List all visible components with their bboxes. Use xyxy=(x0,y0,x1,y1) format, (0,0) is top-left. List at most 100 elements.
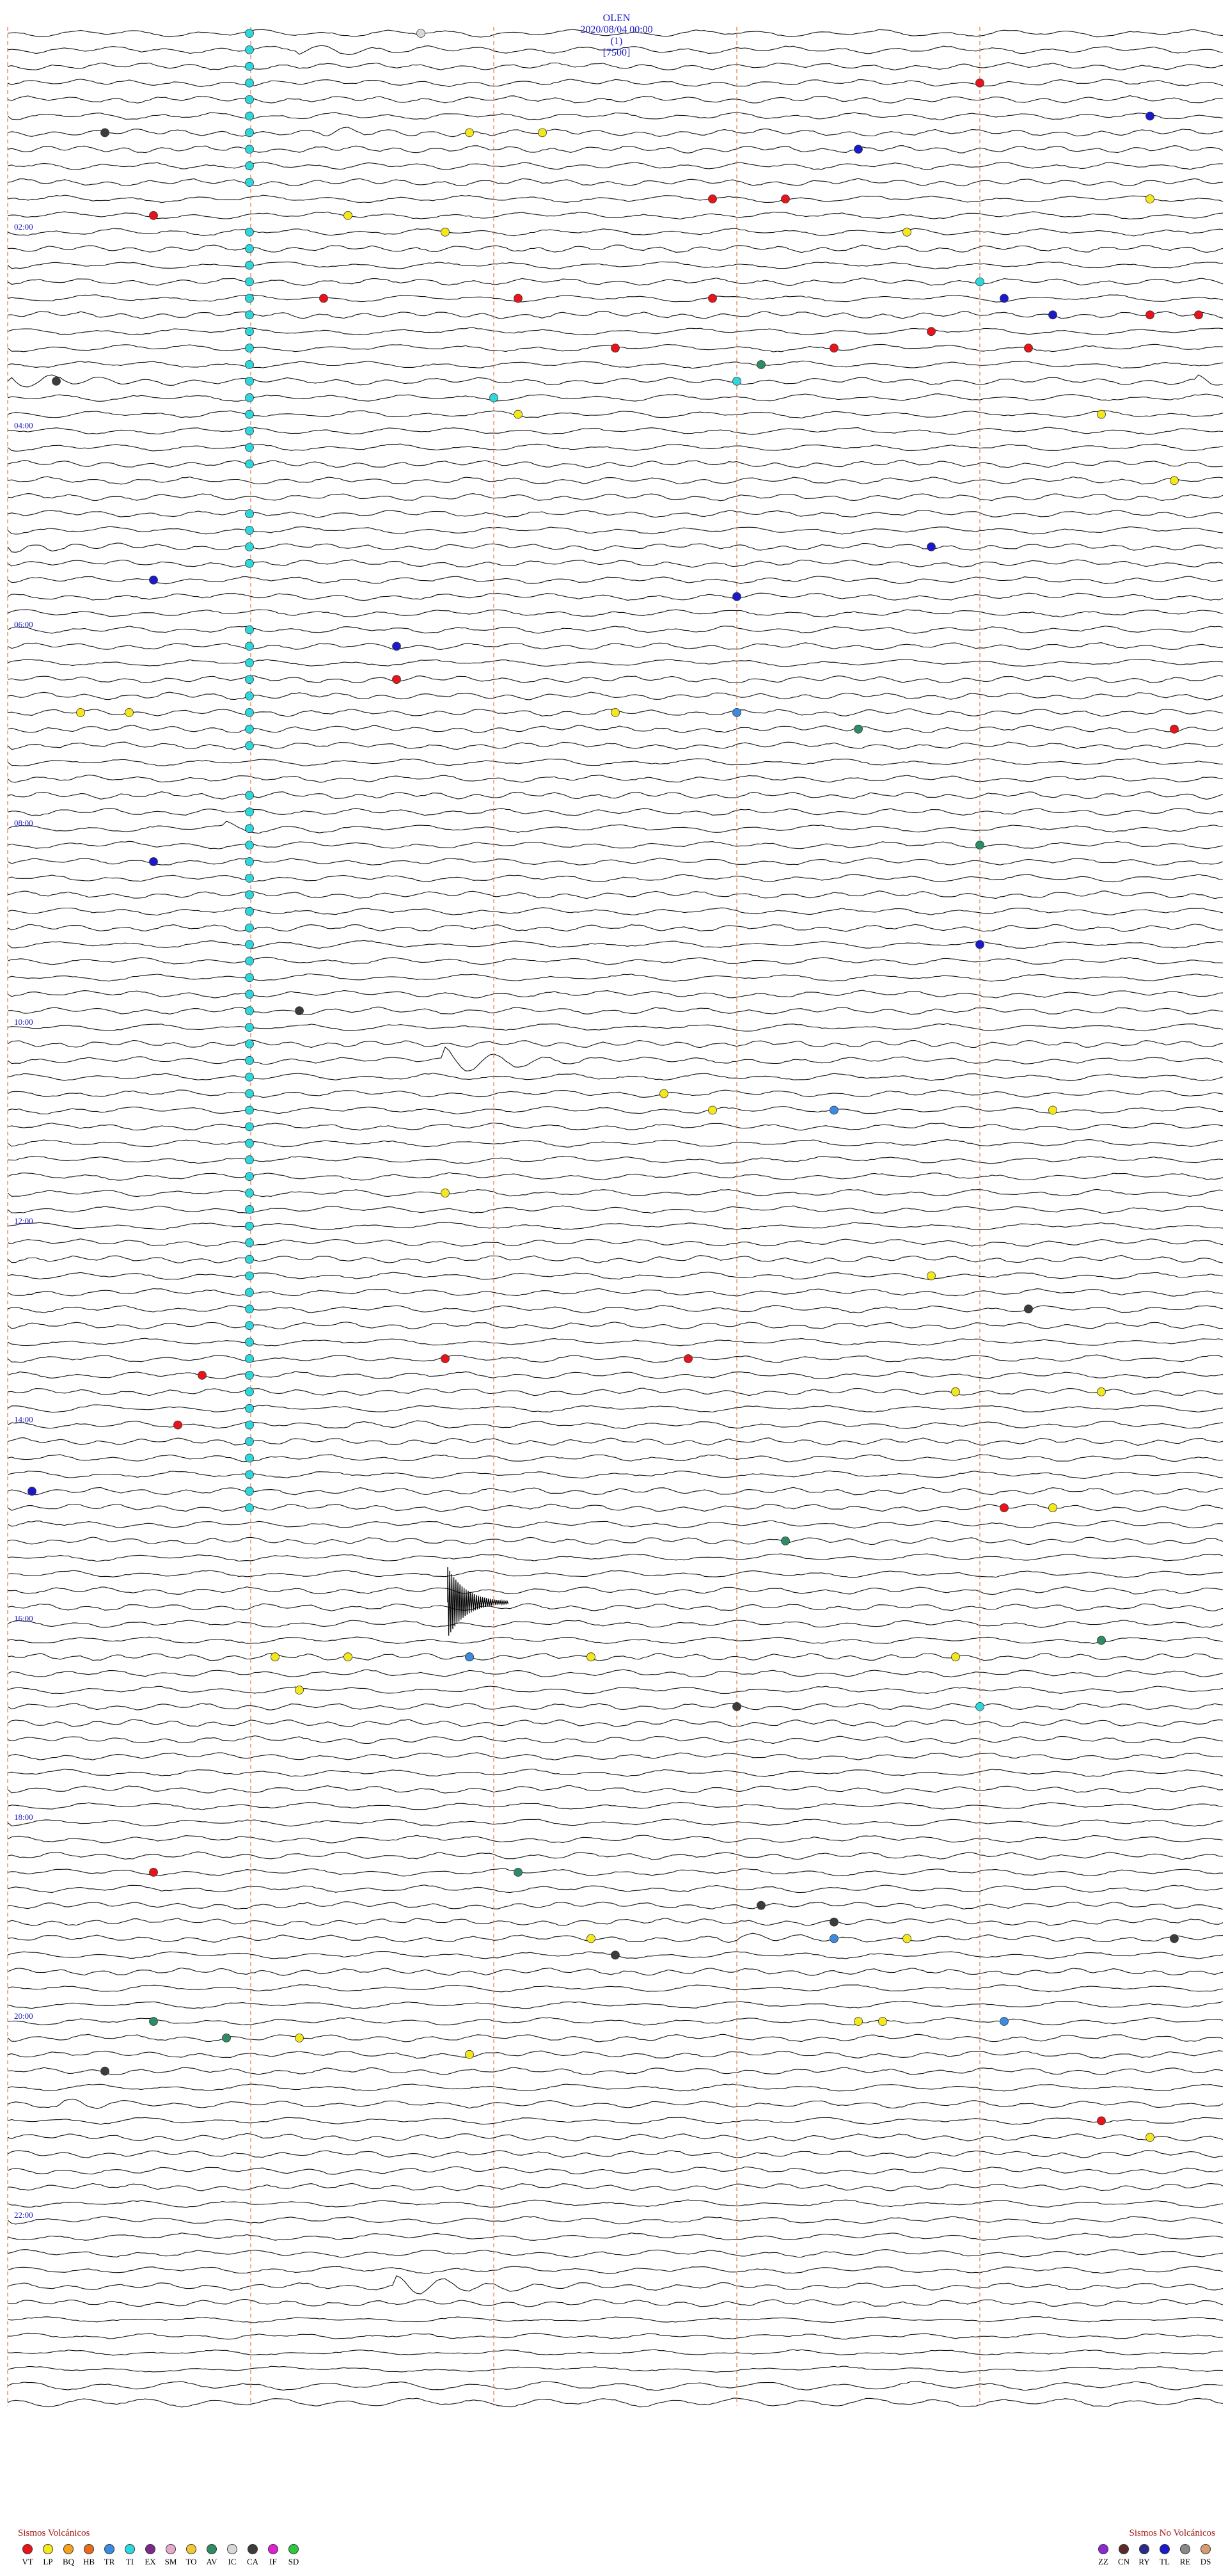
seismic-trace xyxy=(7,2366,1224,2373)
legend-volcanic-ti: TI xyxy=(120,2544,139,2567)
legend-code: EX xyxy=(145,2557,156,2566)
event-marker-ti xyxy=(245,1470,254,1480)
seismic-trace xyxy=(7,310,1224,319)
event-markers xyxy=(28,29,1203,2142)
seismic-trace xyxy=(7,1039,1224,1048)
legend-volcanic-sd: SD xyxy=(284,2544,303,2567)
event-marker-ti xyxy=(245,443,254,452)
plot-header: OLEN 2020/08/04 00:00 (1) [7500] xyxy=(0,1,1228,59)
legend-dot-icon xyxy=(22,2544,33,2554)
event-marker-ti xyxy=(245,1172,254,1181)
event-marker-lp xyxy=(878,2017,887,2026)
seismic-trace xyxy=(7,2133,1224,2142)
event-marker-ti xyxy=(245,360,254,369)
event-marker-ti xyxy=(245,1254,254,1264)
event-marker-ti xyxy=(245,890,254,899)
event-marker-ti xyxy=(245,1089,254,1098)
legend-volcanic-hb: HB xyxy=(79,2544,98,2567)
event-marker-ti xyxy=(245,1155,254,1165)
event-marker-tr xyxy=(732,708,741,717)
legend-dot-icon xyxy=(1098,2544,1108,2554)
event-marker-ti xyxy=(245,1370,254,1380)
event-marker-ti xyxy=(245,658,254,668)
trace-group xyxy=(7,29,1224,2408)
seismic-trace xyxy=(7,410,1224,419)
event-marker-tl xyxy=(1048,310,1057,320)
legend-nonvolcanic-re: RE xyxy=(1176,2544,1195,2567)
legend-code: IF xyxy=(269,2557,277,2566)
seismic-trace xyxy=(7,161,1224,170)
event-marker-ti xyxy=(245,1139,254,1148)
event-marker-ti xyxy=(245,1006,254,1015)
seismic-trace xyxy=(7,691,1224,700)
event-marker-lp xyxy=(271,1652,279,1662)
event-marker-ti xyxy=(245,956,254,966)
event-marker-ti xyxy=(245,277,254,287)
seismic-trace xyxy=(7,294,1224,303)
seismic-trace xyxy=(7,841,1224,849)
legend-nonvolcanic-zz: ZZ xyxy=(1094,2544,1113,2567)
seismic-trace xyxy=(7,907,1224,916)
event-marker-ti xyxy=(245,1205,254,1214)
event-marker-lp xyxy=(125,708,134,717)
seismic-trace xyxy=(7,2166,1224,2175)
event-marker-tl xyxy=(392,642,401,651)
event-marker-tl xyxy=(149,857,158,866)
seismic-trace xyxy=(7,1835,1224,1844)
event-marker-ca xyxy=(52,377,61,386)
event-marker-lp xyxy=(1097,1387,1106,1396)
event-marker-ti xyxy=(245,1453,254,1463)
legend-dot-icon xyxy=(125,2544,135,2554)
event-marker-vt xyxy=(1024,344,1033,352)
event-marker-lp xyxy=(1145,2133,1154,2142)
event-marker-ti xyxy=(245,178,254,187)
seismic-trace xyxy=(7,374,1224,388)
legend-code: VT xyxy=(22,2557,33,2566)
event-marker-lp xyxy=(708,1105,717,1115)
seismic-trace xyxy=(7,79,1224,88)
seismic-trace xyxy=(7,1703,1224,1711)
legend-code: TO xyxy=(185,2557,197,2566)
legend-volcanic-ex: EX xyxy=(141,2544,160,2567)
legend-dot-icon xyxy=(227,2544,237,2554)
event-marker-ti xyxy=(245,973,254,983)
legend-volcanic-vt: VT xyxy=(18,2544,37,2567)
seismic-trace xyxy=(7,1288,1224,1297)
seismic-trace xyxy=(7,194,1224,203)
hour-label: 18:00 xyxy=(14,1812,33,1822)
event-marker-ti xyxy=(245,78,254,88)
event-marker-tl xyxy=(1145,111,1154,121)
event-marker-vt xyxy=(830,344,838,352)
event-marker-ti xyxy=(245,824,254,834)
event-marker-vt xyxy=(708,294,717,303)
event-marker-lp xyxy=(441,227,450,237)
seismic-trace xyxy=(7,1818,1224,1827)
seismic-trace xyxy=(7,2149,1224,2158)
seismic-trace xyxy=(7,1139,1224,1148)
seismic-trace xyxy=(7,2050,1224,2059)
event-marker-lp xyxy=(586,1652,595,1662)
seismic-trace xyxy=(7,1387,1224,1396)
event-marker-lp xyxy=(927,1271,936,1281)
seismic-trace xyxy=(7,62,1224,70)
event-marker-ti xyxy=(245,327,254,336)
event-marker-ti xyxy=(245,1403,254,1413)
legend-volcanic: Sismos Volcánicos VT LP BQ HB TR TI EX SM TO AV IC… xyxy=(18,2528,303,2567)
event-marker-ca xyxy=(100,128,109,138)
seismic-trace xyxy=(7,576,1224,585)
event-marker-ti xyxy=(489,393,498,402)
seismic-trace xyxy=(7,393,1224,402)
event-marker-lp xyxy=(514,409,523,419)
event-marker-av xyxy=(854,724,863,734)
seismic-trace xyxy=(7,1520,1224,1529)
event-marker-vt xyxy=(149,210,158,220)
legend-volcanic-bq: BQ xyxy=(59,2544,78,2567)
seismic-trace xyxy=(7,1570,1224,1578)
seismic-trace xyxy=(7,360,1224,369)
legend-volcanic-av: AV xyxy=(202,2544,221,2567)
seismic-trace xyxy=(7,1305,1224,1313)
seismic-trace xyxy=(7,244,1224,253)
event-marker-tr xyxy=(830,1105,838,1115)
event-marker-tr xyxy=(465,1652,474,1662)
event-marker-vt xyxy=(1194,310,1203,320)
